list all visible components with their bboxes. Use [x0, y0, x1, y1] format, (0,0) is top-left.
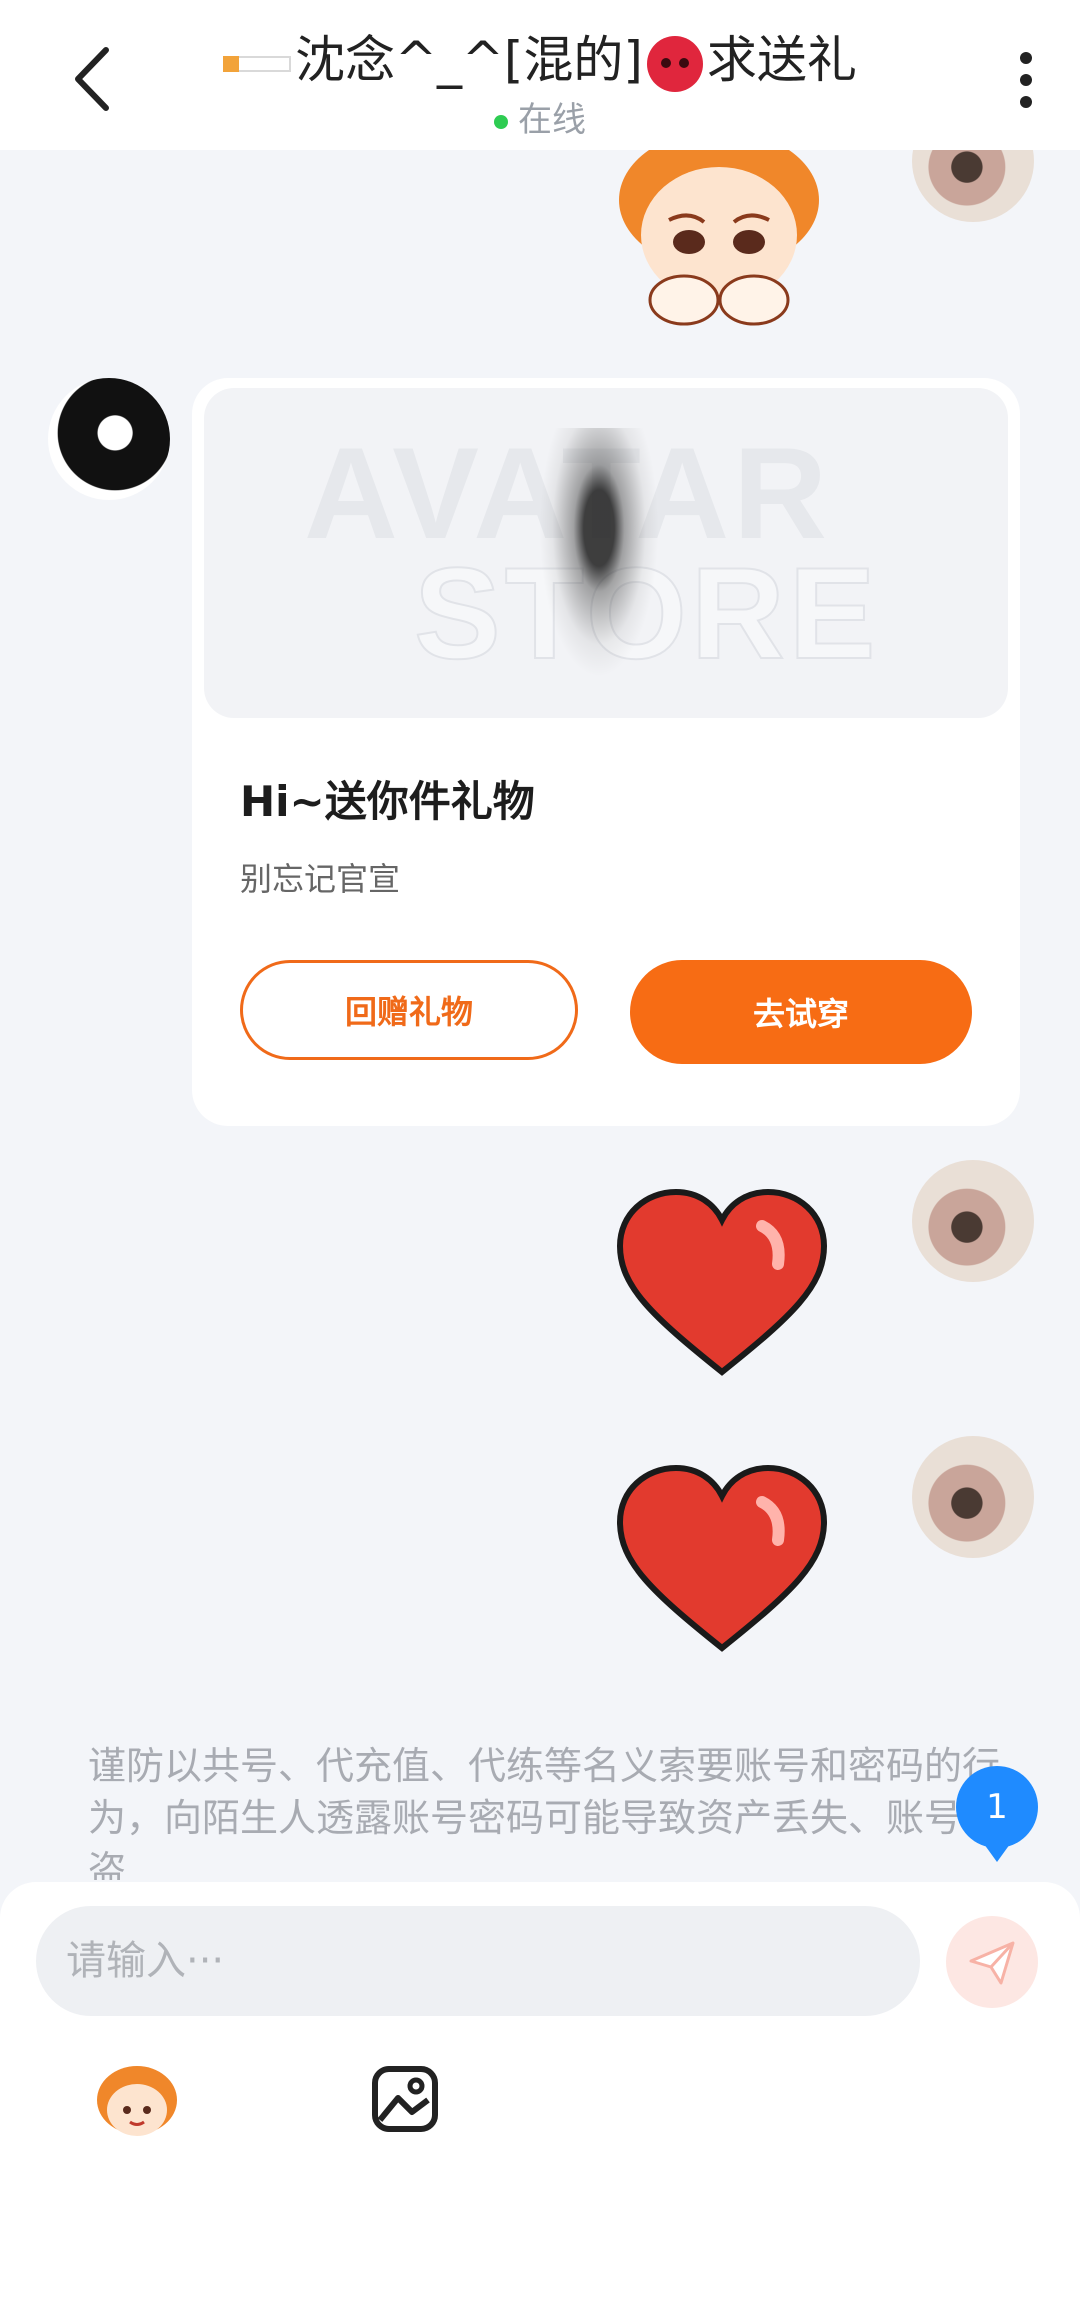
- image-icon[interactable]: [370, 2064, 440, 2134]
- online-status: 在线: [0, 92, 1080, 141]
- my-avatar[interactable]: [912, 1160, 1034, 1282]
- gift-title: Hi~送你件礼物: [240, 777, 535, 826]
- smoke-gift-image: [539, 428, 659, 678]
- gift-preview-image[interactable]: AVATAR STORE: [204, 388, 1008, 718]
- online-dot-icon: [494, 114, 508, 129]
- input-panel: [0, 1882, 1080, 2320]
- try-on-button[interactable]: 去试穿: [630, 960, 972, 1064]
- message-input[interactable]: [36, 1906, 920, 2016]
- security-notice: 谨防以共号、代充值、代练等名义索要账号和密码的行为，向陌生人透露账号密码可能导致…: [88, 1744, 1001, 1880]
- sticker-icon[interactable]: [92, 2060, 182, 2140]
- my-avatar[interactable]: [912, 1436, 1034, 1558]
- title-prefix: 沈念^_^[混的]: [295, 31, 643, 89]
- chat-header: 沈念^_^[混的] 求送礼 在线: [0, 0, 1080, 150]
- cigarette-emoji-icon: [223, 55, 292, 72]
- send-icon: [969, 1941, 1015, 1985]
- more-options-icon[interactable]: [1016, 52, 1036, 108]
- gift-subtitle: 别忘记官宣: [240, 860, 401, 898]
- heart-icon: [616, 1188, 828, 1376]
- send-button[interactable]: [946, 1916, 1038, 2008]
- gift-card: AVATAR STORE Hi~送你件礼物 别忘记官宣 回赠礼物 去试穿: [192, 378, 1020, 1126]
- title-suffix: 求送礼: [706, 31, 857, 89]
- friend-avatar[interactable]: [48, 378, 170, 500]
- chat-title: 沈念^_^[混的] 求送礼: [0, 20, 1080, 92]
- angry-face-emoji-icon: [646, 35, 703, 92]
- heart-icon: [616, 1464, 828, 1652]
- return-gift-button[interactable]: 回赠礼物: [240, 960, 578, 1060]
- sad-girl-sticker: [619, 140, 819, 326]
- unread-count-badge[interactable]: 1: [956, 1766, 1038, 1862]
- online-status-text: 在线: [518, 100, 586, 140]
